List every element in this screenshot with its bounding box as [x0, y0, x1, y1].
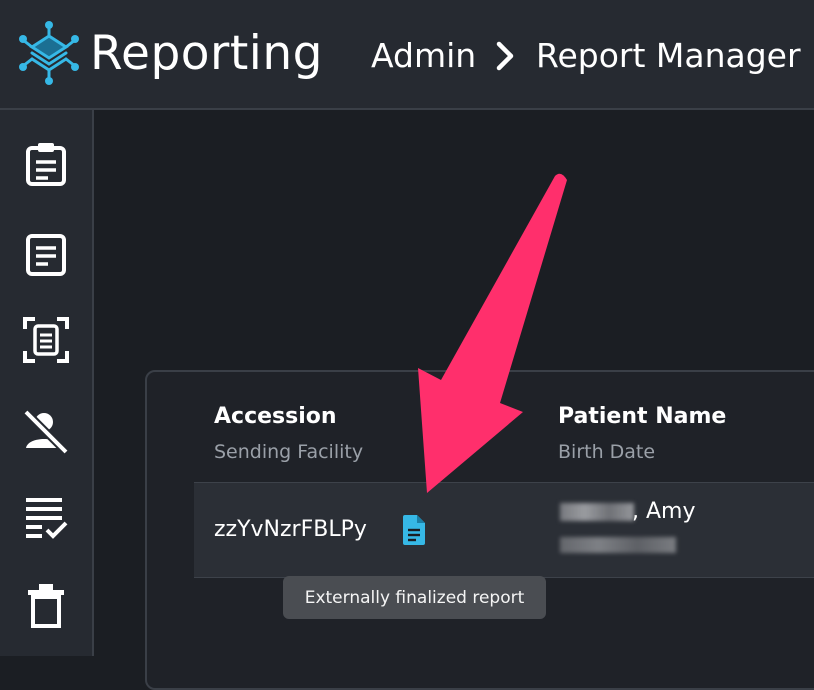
tooltip: Externally finalized report — [283, 576, 546, 619]
redacted-birth-date — [560, 537, 676, 553]
redacted-last-name — [560, 503, 634, 521]
breadcrumb-admin[interactable]: Admin — [371, 34, 476, 78]
column-header-accession[interactable]: Accession — [214, 403, 337, 431]
document-icon[interactable] — [22, 230, 70, 278]
trash-icon[interactable] — [22, 582, 70, 630]
top-bar: Reporting Admin Report Manager — [0, 0, 814, 110]
patient-name-value: , Amy — [632, 499, 696, 524]
sidebar — [0, 110, 94, 656]
file-document-icon[interactable] — [401, 514, 427, 546]
clipboard-icon[interactable] — [22, 140, 70, 188]
column-subheader-sending-facility: Sending Facility — [214, 441, 364, 463]
chevron-right-icon — [496, 41, 514, 71]
column-header-patient-name[interactable]: Patient Name — [558, 403, 726, 431]
column-subheader-birth-date: Birth Date — [558, 441, 656, 463]
circuit-logo-icon[interactable] — [18, 20, 80, 86]
user-off-icon[interactable] — [22, 406, 70, 454]
accession-value: zzYvNzrFBLPy — [214, 517, 367, 542]
app-title: Reporting — [90, 26, 323, 81]
checklist-icon[interactable] — [22, 494, 70, 542]
scan-document-icon[interactable] — [22, 316, 70, 364]
breadcrumb-report-manager: Report Manager — [536, 36, 801, 75]
